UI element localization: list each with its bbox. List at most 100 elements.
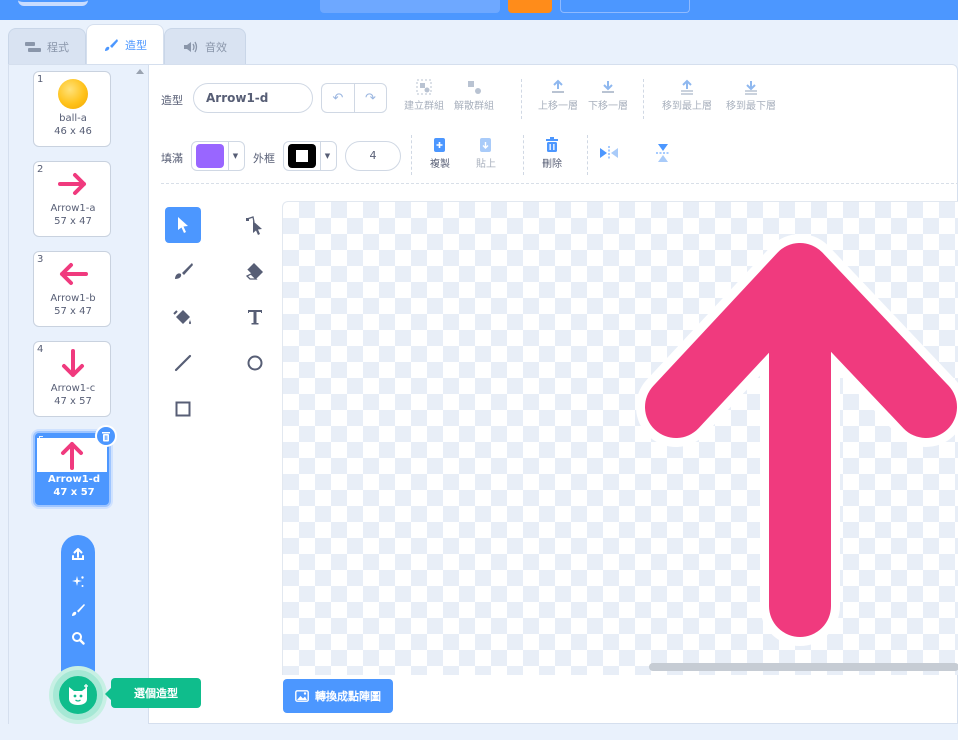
costume-size: 46 x 46 xyxy=(54,126,92,137)
outline-width-input[interactable]: 4 xyxy=(345,141,401,171)
flip-horizontal-button[interactable] xyxy=(597,141,621,165)
arrow-right-icon xyxy=(58,173,86,195)
front-button[interactable]: 移到最上層 xyxy=(655,77,719,112)
undo-icon: ↶ xyxy=(332,90,344,106)
undo-redo-group: ↶ ↷ xyxy=(321,83,387,113)
bottom-strip xyxy=(0,724,958,740)
costume-thumbnail xyxy=(34,168,112,200)
delete-costume-button[interactable] xyxy=(95,425,117,447)
flip-vertical-button[interactable] xyxy=(651,141,675,165)
speaker-icon xyxy=(184,41,198,52)
tab-costumes[interactable]: 造型 xyxy=(86,24,164,64)
tab-code[interactable]: 程式 xyxy=(8,28,86,64)
costume-name: Arrow1-a xyxy=(50,203,96,214)
group-icon xyxy=(415,77,433,97)
upload-costume-button[interactable] xyxy=(61,543,95,565)
costume-editor-app: 程式 造型 音效 1 ball-a 46 x 46 2 Arrow1-a 57 … xyxy=(0,0,958,740)
brush-icon xyxy=(175,263,193,279)
costume-item[interactable]: 3 Arrow1-b 57 x 47 xyxy=(33,251,111,327)
sparkle-icon xyxy=(72,576,84,587)
cat-face-icon xyxy=(69,684,88,705)
arrow-up-costume-drawing[interactable] xyxy=(283,202,958,675)
ball-icon xyxy=(58,79,88,109)
tab-sounds[interactable]: 音效 xyxy=(164,28,246,64)
back-button[interactable]: 移到最下層 xyxy=(719,77,783,112)
line-tool[interactable] xyxy=(165,345,201,381)
costume-size: 47 x 57 xyxy=(54,396,92,407)
share-button[interactable] xyxy=(508,0,552,13)
paint-editor: 造型 Arrow1-d ↶ ↷ 建立群組 解散群組 上移一層 下移一層 移到最上… xyxy=(149,65,958,725)
forward-icon xyxy=(549,77,567,97)
redo-button[interactable]: ↷ xyxy=(354,83,387,113)
delete-button[interactable]: 刪除 xyxy=(525,135,579,170)
copy-icon xyxy=(433,135,447,155)
paint-costume-button[interactable] xyxy=(61,599,95,621)
eraser-tool[interactable] xyxy=(237,253,273,289)
fill-tool[interactable] xyxy=(165,299,201,335)
text-tool[interactable] xyxy=(237,299,273,335)
costume-name: Arrow1-d xyxy=(48,474,100,485)
select-tool[interactable] xyxy=(165,207,201,243)
surprise-costume-button[interactable] xyxy=(61,571,95,593)
costume-name-input[interactable]: Arrow1-d xyxy=(193,83,313,113)
eraser-icon xyxy=(245,263,263,280)
paintbrush-icon xyxy=(72,604,85,616)
see-project-page-button[interactable] xyxy=(560,0,690,13)
brush-icon xyxy=(105,38,118,51)
ungroup-label: 解散群組 xyxy=(454,101,494,112)
costume-item[interactable]: 4 Arrow1-c 47 x 57 xyxy=(33,341,111,417)
scroll-up-icon[interactable] xyxy=(136,69,144,74)
choose-costume-menu xyxy=(61,535,95,685)
costume-list: 1 ball-a 46 x 46 2 Arrow1-a 57 x 47 3 Ar… xyxy=(9,65,201,725)
paste-button[interactable]: 貼上 xyxy=(459,135,513,170)
costume-name: Arrow1-b xyxy=(50,293,96,304)
fill-color-swatch xyxy=(196,144,224,168)
costume-list-scrollbar[interactable] xyxy=(133,65,149,725)
flip-horizontal-icon xyxy=(600,146,618,160)
toolbar-separator xyxy=(161,183,958,184)
backward-button[interactable]: 下移一層 xyxy=(581,77,635,112)
text-icon xyxy=(248,310,262,325)
ungroup-icon xyxy=(465,77,483,97)
costume-thumbnail xyxy=(37,438,107,472)
tab-sounds-label: 音效 xyxy=(205,40,227,54)
costume-name: ball-a xyxy=(59,113,87,124)
costume-item-selected[interactable]: 5 Arrow1-d 47 x 57 xyxy=(33,425,117,507)
convert-to-bitmap-button[interactable]: 轉換成點陣圖 xyxy=(283,679,393,713)
costume-name: Arrow1-c xyxy=(50,383,96,394)
group-label: 建立群組 xyxy=(404,101,444,112)
arrow-up-icon xyxy=(61,442,83,470)
search-costume-button[interactable] xyxy=(61,627,95,649)
forward-label: 上移一層 xyxy=(538,101,578,112)
arrow-down-icon xyxy=(62,349,84,377)
costume-thumbnail xyxy=(34,348,112,380)
paint-bucket-icon xyxy=(173,310,191,325)
trash-icon xyxy=(102,431,110,441)
costume-item[interactable]: 1 ball-a 46 x 46 xyxy=(33,71,111,147)
choose-costume-button[interactable] xyxy=(53,670,103,720)
toolbar-divider xyxy=(587,135,588,175)
outline-color-picker[interactable]: ▼ xyxy=(283,141,337,171)
search-icon xyxy=(72,632,85,645)
ungroup-button[interactable]: 解散群組 xyxy=(447,77,501,112)
circle-tool[interactable] xyxy=(237,345,273,381)
editor-panel: 1 ball-a 46 x 46 2 Arrow1-a 57 x 47 3 Ar… xyxy=(8,64,958,725)
reshape-tool[interactable] xyxy=(237,207,273,243)
back-label: 移到最下層 xyxy=(726,101,776,112)
costume-name-label: 造型 xyxy=(161,94,183,107)
flip-vertical-icon xyxy=(656,144,670,162)
drawing-canvas[interactable] xyxy=(282,201,958,675)
rectangle-tool[interactable] xyxy=(165,391,201,427)
forward-button[interactable]: 上移一層 xyxy=(531,77,585,112)
trash-icon xyxy=(545,135,559,155)
scratch-logo[interactable] xyxy=(18,0,88,6)
costume-item[interactable]: 2 Arrow1-a 57 x 47 xyxy=(33,161,111,237)
canvas-horizontal-scrollbar[interactable] xyxy=(649,663,958,671)
image-icon xyxy=(295,690,309,702)
project-title-field[interactable] xyxy=(320,0,500,13)
undo-button[interactable]: ↶ xyxy=(321,83,354,113)
group-button[interactable]: 建立群組 xyxy=(397,77,451,112)
fill-color-picker[interactable]: ▼ xyxy=(191,141,245,171)
brush-tool[interactable] xyxy=(165,253,201,289)
reshape-icon xyxy=(246,216,262,235)
